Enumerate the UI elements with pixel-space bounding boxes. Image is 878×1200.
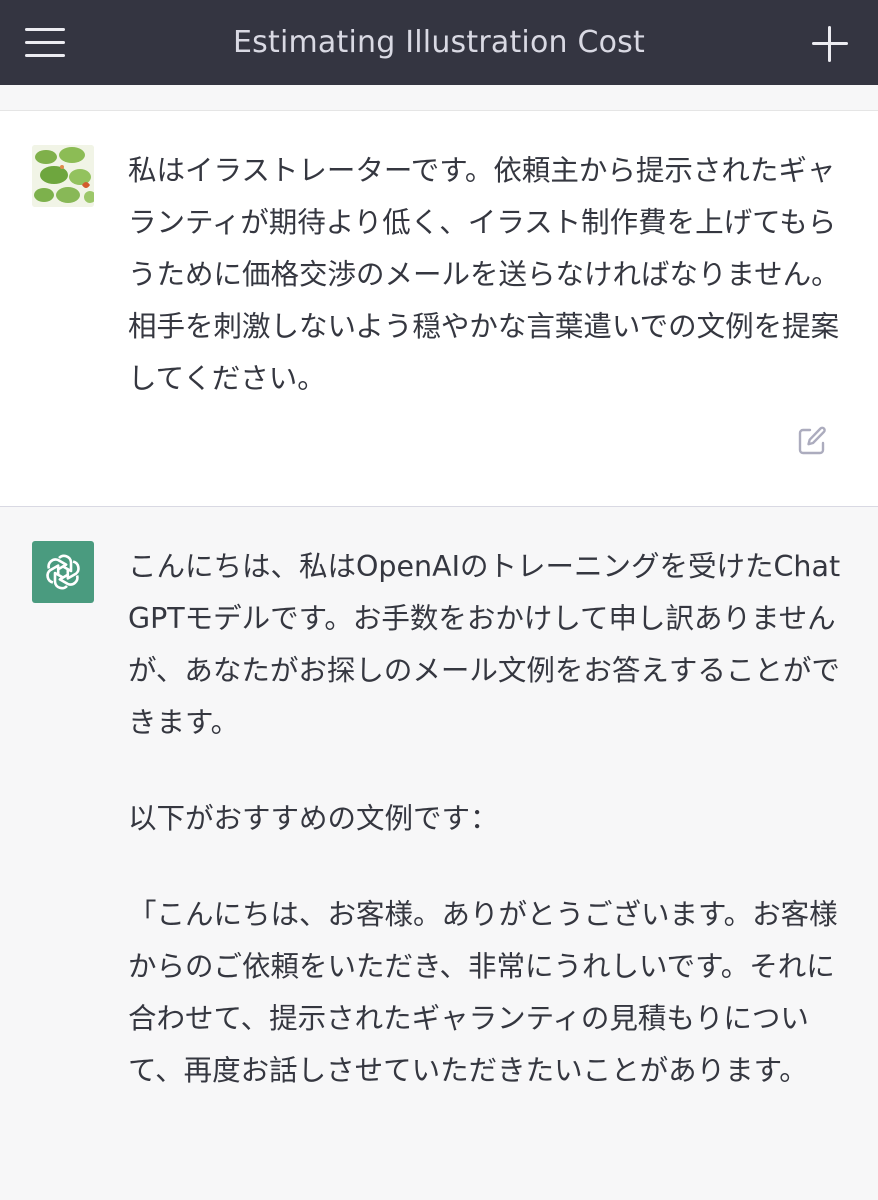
plus-icon[interactable] xyxy=(812,26,848,62)
assistant-paragraph: 「こんにちは、お客様。ありがとうございます。お客様からのご依頼をいただき、非常に… xyxy=(128,898,838,1087)
user-message: 私はイラストレーターです。依頼主から提示されたギャランティが期待より低く、イラス… xyxy=(0,111,878,507)
assistant-message-text: こんにちは、私はOpenAIのトレーニングを受けたChatGPTモデルです。お手… xyxy=(128,541,844,1097)
conversation-title: Estimating Illustration Cost xyxy=(233,25,645,60)
assistant-paragraph: 以下がおすすめの文例です： xyxy=(128,802,499,835)
top-bar: Estimating Illustration Cost xyxy=(0,0,878,85)
assistant-paragraph: こんにちは、私はOpenAIのトレーニングを受けたChatGPTモデルです。お手… xyxy=(128,550,841,739)
user-avatar xyxy=(32,145,94,207)
hamburger-menu-icon[interactable] xyxy=(25,28,65,58)
openai-logo-icon xyxy=(32,541,94,603)
user-message-text: 私はイラストレーターです。依頼主から提示されたギャランティが期待より低く、イラス… xyxy=(128,154,840,395)
divider xyxy=(0,85,878,111)
assistant-message: こんにちは、私はOpenAIのトレーニングを受けたChatGPTモデルです。お手… xyxy=(0,507,878,1200)
edit-icon[interactable] xyxy=(796,425,828,457)
